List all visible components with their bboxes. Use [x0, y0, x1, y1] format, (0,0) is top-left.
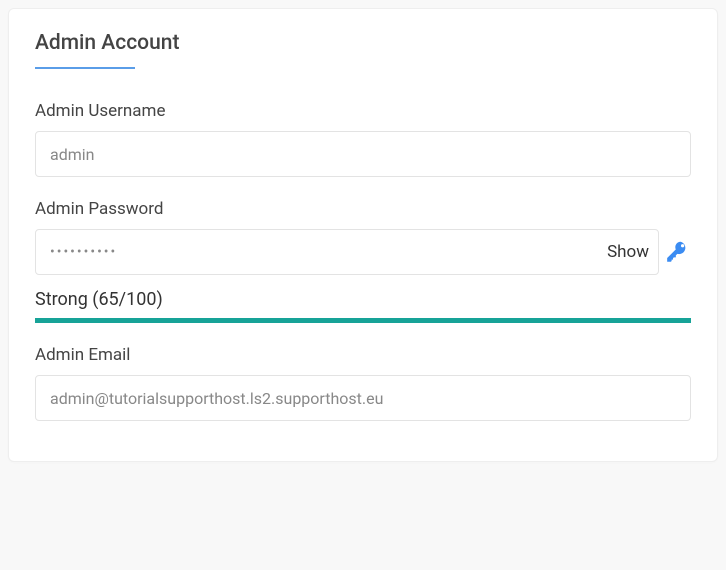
password-group: Admin Password Show Strong (65/100) [35, 199, 691, 323]
show-password-button[interactable]: Show [607, 242, 649, 262]
section-title: Admin Account [35, 31, 691, 55]
password-row: Show [35, 229, 691, 275]
strength-label: Strong (65/100) [35, 289, 691, 310]
username-input[interactable] [35, 131, 691, 177]
email-input[interactable] [35, 375, 691, 421]
password-label: Admin Password [35, 199, 691, 219]
email-group: Admin Email [35, 345, 691, 421]
username-label: Admin Username [35, 101, 691, 121]
strength-bar [35, 318, 691, 323]
password-input[interactable] [35, 229, 659, 275]
password-wrap: Show [35, 229, 659, 275]
username-group: Admin Username [35, 101, 691, 177]
admin-account-card: Admin Account Admin Username Admin Passw… [8, 8, 718, 462]
key-icon[interactable] [665, 239, 691, 265]
password-strength: Strong (65/100) [35, 289, 691, 323]
email-label: Admin Email [35, 345, 691, 365]
title-underline [35, 67, 135, 69]
